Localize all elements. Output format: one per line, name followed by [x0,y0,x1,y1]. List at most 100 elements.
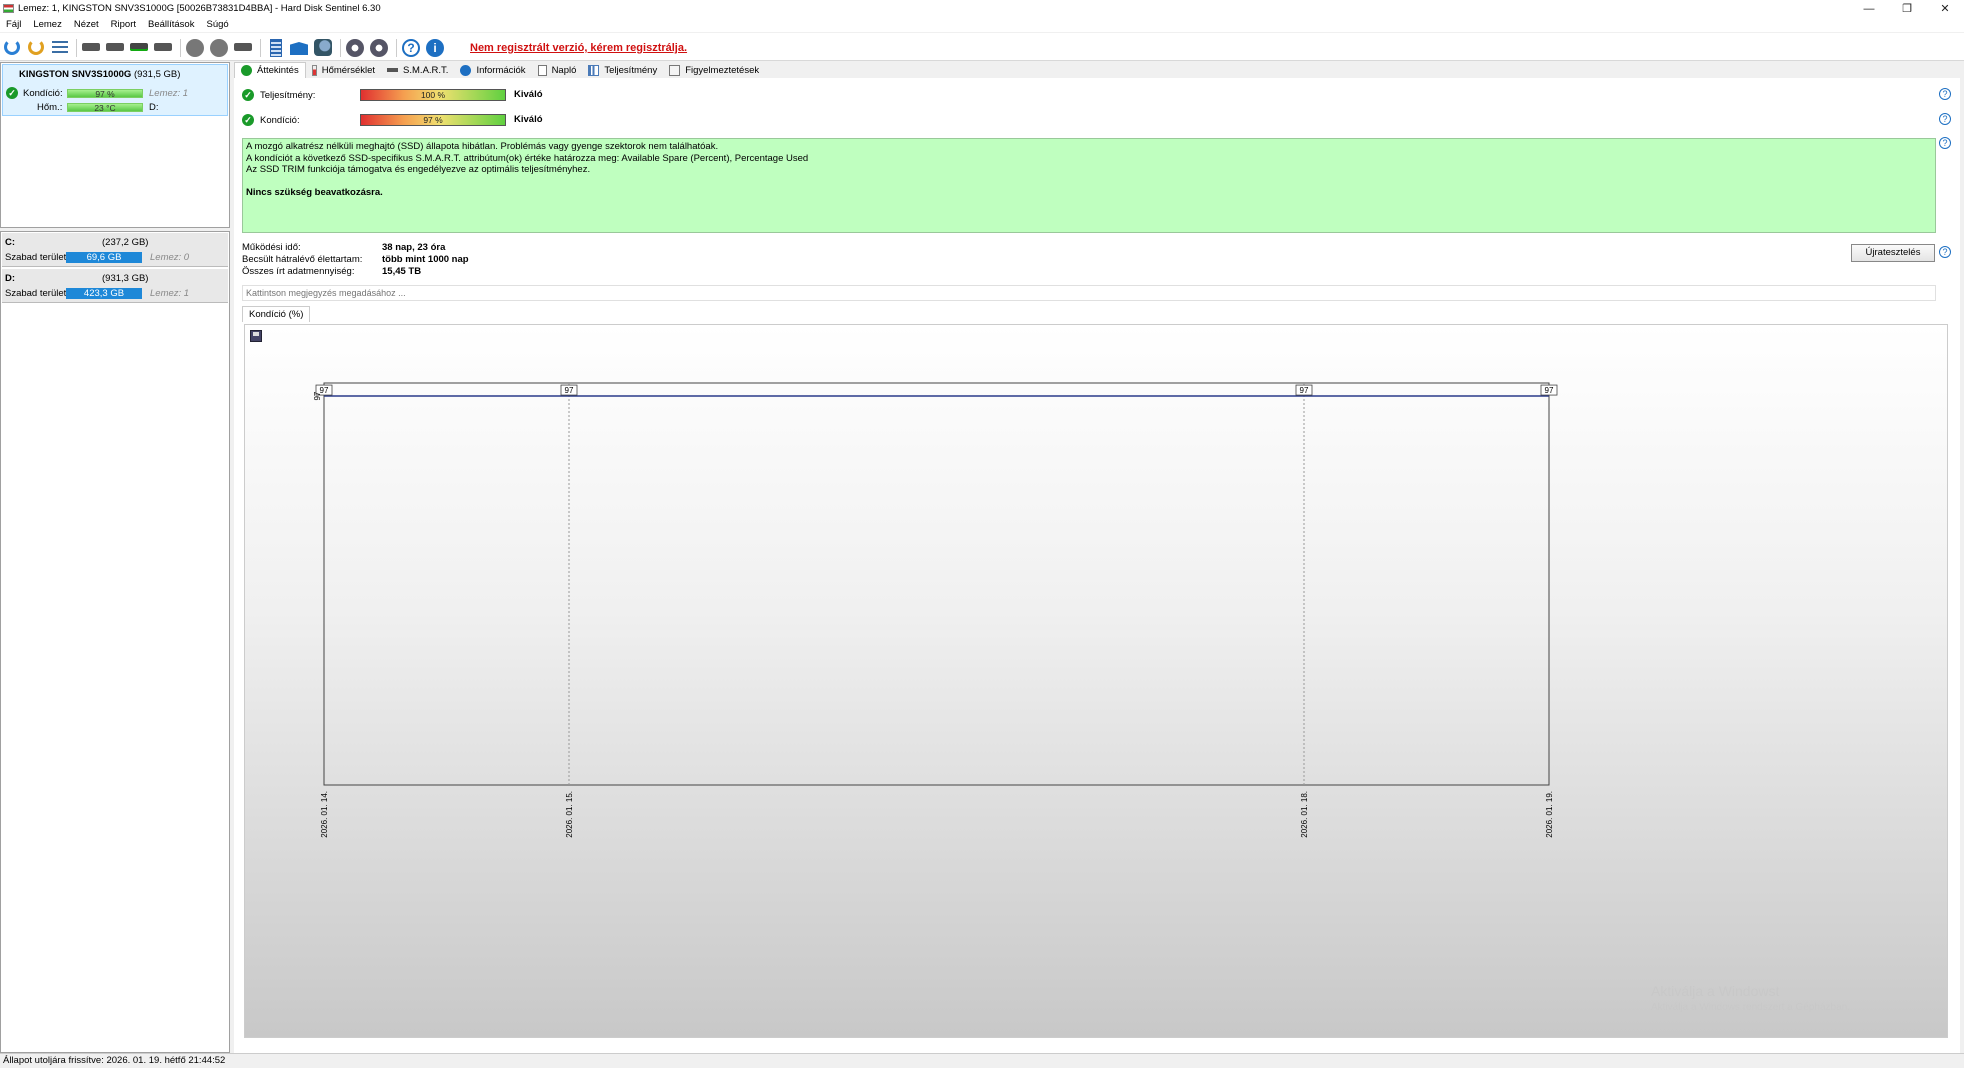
status-help-icon[interactable]: ? [1939,137,1951,149]
retest-help-icon[interactable]: ? [1939,246,1951,258]
volume-size: (237,2 GB) [102,237,149,248]
menu-view[interactable]: Nézet [68,19,105,30]
overview-panel: ✓ Teljesítmény: 100 % Kiváló ✓ Kondíció:… [234,78,1960,1053]
disk-list-icon[interactable] [52,41,68,55]
acoustic-icon[interactable] [186,39,204,57]
window-title: Lemez: 1, KINGSTON SNV3S1000G [50026B738… [18,3,381,14]
disk-test-icon[interactable] [82,43,100,51]
power-on-row: Működési idő: 38 nap, 23 óra [242,242,642,254]
status-description: A mozgó alkatrész nélküli meghajtó (SSD)… [242,138,1936,233]
free-space-value: 423,3 GB [66,288,142,299]
status-conclusion: Nincs szükség beavatkozásra. [246,186,383,198]
performance-help-icon[interactable]: ? [1939,88,1951,100]
tab-label: Napló [551,64,577,76]
refresh-all-icon[interactable] [28,39,44,55]
disk-check-icon[interactable] [130,43,148,51]
performance-rating: Kiváló [514,89,543,100]
lifetime-label: Becsült hátralévő élettartam: [242,254,363,265]
tab-performance[interactable]: Teljesítmény [582,62,663,78]
tab-overview[interactable]: Áttekintés [234,62,306,78]
disk-list-panel: KINGSTON SNV3S1000G (931,5 GB) ✓ Kondíci… [0,62,230,228]
volume-size: (931,3 GB) [102,273,149,284]
tab-alerts[interactable]: Figyelmeztetések [663,62,765,78]
disk-health-label: Kondíció: [23,88,63,99]
activation-watermark-title: Aktiválja a Windowst [1651,983,1780,999]
lifetime-value: több mint 1000 nap [382,254,469,265]
tab-smart[interactable]: S.M.A.R.T. [381,62,454,78]
activation-watermark-text: Aktiválja a Windows rendszert a Gépházba… [1651,1002,1850,1013]
health-label: Kondíció: [260,115,300,126]
backup-icon[interactable] [234,43,252,51]
performance-ok-icon: ✓ [242,89,254,101]
volume-letter: C: [5,237,16,248]
performance-row: ✓ Teljesítmény: 100 % Kiváló [242,85,842,105]
health-chart-area: 97 2026. 01. 14. 97 2026. 01. 15. 97 2026. 01… [244,324,1948,1038]
email-report-icon[interactable] [290,42,308,55]
disk-ref: Lemez: 1 [149,88,189,99]
settings-icon[interactable] [346,39,364,57]
menu-disk[interactable]: Lemez [27,19,68,30]
minimize-button[interactable]: — [1850,0,1888,17]
health-help-icon[interactable]: ? [1939,113,1951,125]
written-row: Összes írt adatmennyiség: 15,45 TB [242,266,642,278]
disk-temp-label: Hőm.: [37,102,63,113]
advanced-settings-icon[interactable] [370,39,388,57]
disk-surface-icon[interactable] [106,43,124,51]
free-space-label: Szabad terület [5,288,67,299]
power-on-label: Működési idő: [242,242,301,253]
tab-label: Áttekintés [257,65,299,76]
disk-title: KINGSTON SNV3S1000G (931,5 GB) [19,69,180,80]
menu-file[interactable]: Fájl [0,19,27,30]
menu-report[interactable]: Riport [105,19,142,30]
x-tick-label: 2026. 01. 19. [1545,791,1554,838]
volume-disk-ref: Lemez: 0 [150,252,190,263]
disk-icon [387,68,399,72]
tools-icon[interactable] [210,39,228,57]
disk-health-bar: 97 % [67,89,143,98]
health-ok-icon: ✓ [6,87,18,99]
disk-search-icon[interactable] [154,43,172,51]
tab-temperature[interactable]: Hőmérséklet [306,62,381,78]
check-icon [241,65,252,76]
toolbar: ? i Nem regisztrált verzió, kérem regisz… [0,33,1964,61]
health-value: 97 % [423,115,443,125]
menu-settings[interactable]: Beállítások [142,19,200,30]
performance-label: Teljesítmény: [260,90,316,101]
free-space-label: Szabad terület [5,252,67,263]
retest-button[interactable]: Újratesztelés [1851,244,1935,262]
report-icon[interactable] [270,39,282,57]
chart-tab-health[interactable]: Kondíció (%) [242,306,311,322]
restore-button[interactable]: ❐ [1888,0,1926,17]
x-tick-label: 2026. 01. 18. [1300,791,1309,838]
tab-label: S.M.A.R.T. [403,64,449,76]
free-space-value: 69,6 GB [66,252,142,263]
tab-label: Hőmérséklet [321,64,376,76]
power-on-value: 38 nap, 23 óra [382,242,446,253]
menu-help[interactable]: Súgó [200,19,234,30]
network-icon[interactable] [314,39,332,56]
register-link[interactable]: Nem regisztrált verzió, kérem regisztrál… [470,42,687,54]
info-icon[interactable]: i [426,39,444,57]
y-tick-label: 97 [313,391,322,400]
performance-bar: 100 % [360,89,506,101]
info-icon [460,64,472,76]
x-tick-label: 2026. 01. 15. [565,791,574,838]
written-value: 15,45 TB [382,266,422,277]
tab-information[interactable]: Információk [454,62,531,78]
close-button[interactable]: ✕ [1926,0,1964,17]
data-label: 97 [565,386,574,395]
document-icon [537,64,547,76]
data-label: 97 [1545,386,1554,395]
volume-entry-d[interactable]: D: (931,3 GB) Szabad terület 423,3 GB Le… [2,269,228,303]
note-input[interactable] [242,285,1936,301]
refresh-icon[interactable] [4,39,20,55]
tab-label: Teljesítmény [604,64,658,76]
volume-entry-c[interactable]: C: (237,2 GB) Szabad terület 69,6 GB Lem… [2,233,228,267]
menu-bar: Fájl Lemez Nézet Riport Beállítások Súgó [0,17,1964,32]
disk-entry-kingston[interactable]: KINGSTON SNV3S1000G (931,5 GB) ✓ Kondíci… [2,64,228,116]
tab-log[interactable]: Napló [532,62,583,78]
performance-value: 100 % [420,90,446,100]
tab-label: Figyelmeztetések [685,64,760,76]
written-label: Összes írt adatmennyiség: [242,266,355,277]
help-icon[interactable]: ? [402,39,420,57]
